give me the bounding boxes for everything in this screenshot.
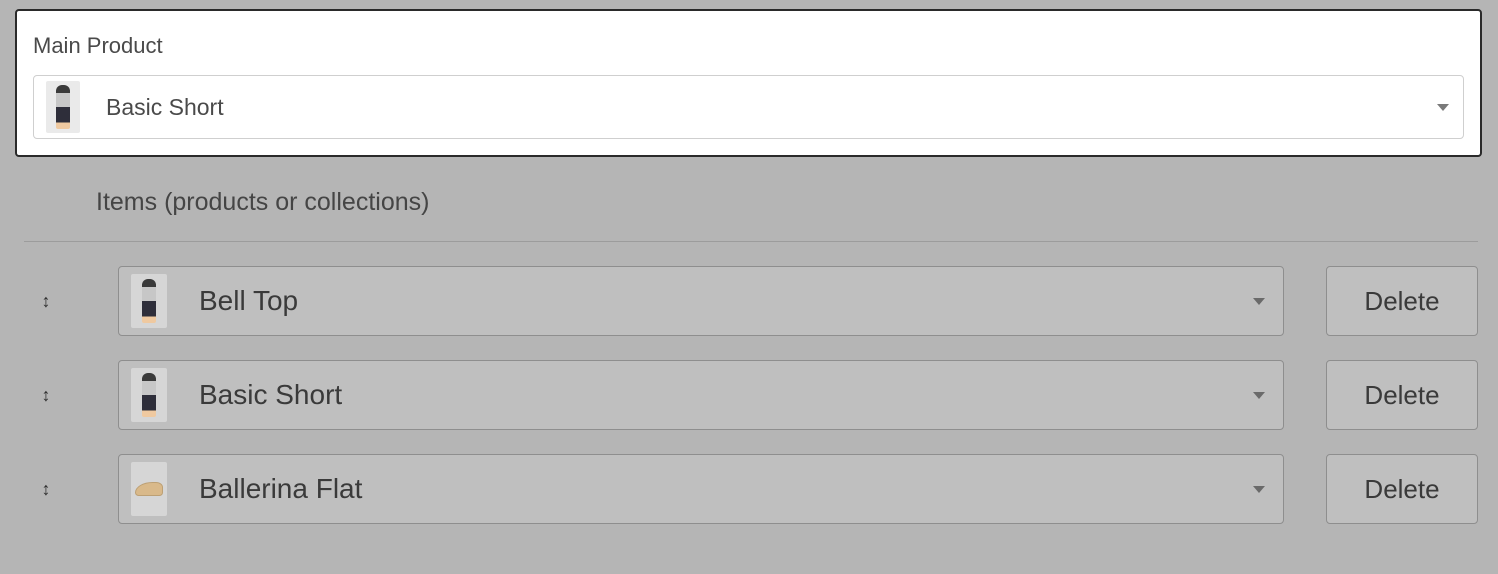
drag-vertical-icon: ↕ <box>42 291 51 312</box>
product-thumbnail <box>131 462 167 516</box>
item-select[interactable]: Basic Short <box>118 360 1284 430</box>
drag-vertical-icon: ↕ <box>42 479 51 500</box>
item-row: ↕ Bell Top Delete <box>24 266 1478 336</box>
drag-vertical-icon: ↕ <box>42 385 51 406</box>
item-name: Basic Short <box>199 379 1253 411</box>
chevron-down-icon <box>1437 104 1449 111</box>
item-select[interactable]: Ballerina Flat <box>118 454 1284 524</box>
item-row: ↕ Basic Short Delete <box>24 360 1478 430</box>
main-product-selected-name: Basic Short <box>106 94 1437 121</box>
items-section: Items (products or collections) ↕ Bell T… <box>24 188 1478 524</box>
main-product-panel: Main Product Basic Short <box>15 9 1482 157</box>
item-select[interactable]: Bell Top <box>118 266 1284 336</box>
chevron-down-icon <box>1253 486 1265 493</box>
product-thumbnail <box>131 368 167 422</box>
drag-handle[interactable]: ↕ <box>24 385 68 406</box>
delete-button[interactable]: Delete <box>1326 360 1478 430</box>
drag-handle[interactable]: ↕ <box>24 291 68 312</box>
drag-handle[interactable]: ↕ <box>24 479 68 500</box>
item-name: Bell Top <box>199 285 1253 317</box>
main-product-select[interactable]: Basic Short <box>33 75 1464 139</box>
main-product-label: Main Product <box>33 33 1464 59</box>
item-row: ↕ Ballerina Flat Delete <box>24 454 1478 524</box>
items-heading: Items (products or collections) <box>24 188 1478 242</box>
item-name: Ballerina Flat <box>199 473 1253 505</box>
delete-button[interactable]: Delete <box>1326 266 1478 336</box>
delete-button[interactable]: Delete <box>1326 454 1478 524</box>
product-thumbnail <box>46 81 80 133</box>
chevron-down-icon <box>1253 298 1265 305</box>
product-thumbnail <box>131 274 167 328</box>
chevron-down-icon <box>1253 392 1265 399</box>
